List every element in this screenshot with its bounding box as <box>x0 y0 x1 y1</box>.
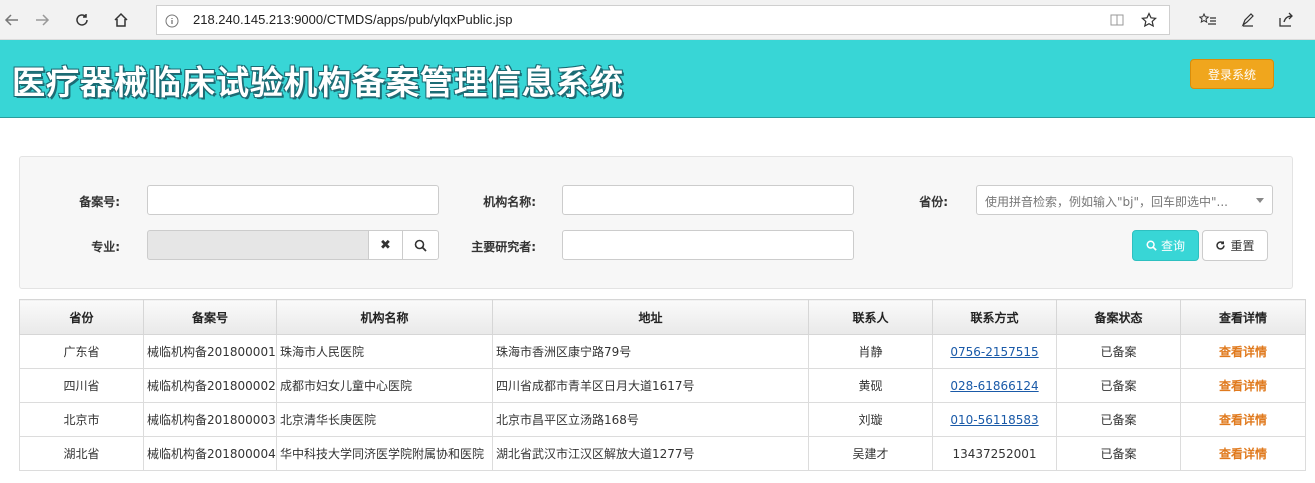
column-header[interactable]: 联系人 <box>808 299 933 335</box>
header-banner: 医疗器械临床试验机构备案管理信息系统 登录系统 <box>0 40 1315 118</box>
province-select[interactable]: 使用拼音检索，例如输入"bj"，回车即选中"... <box>976 185 1273 215</box>
share-icon[interactable] <box>1274 8 1298 32</box>
investigator-label: 主要研究者: <box>471 240 536 254</box>
cell-org-name: 成都市妇女儿童中心医院 <box>276 368 493 403</box>
cell-detail: 查看详情 <box>1180 402 1306 437</box>
pen-icon[interactable] <box>1236 8 1260 32</box>
cell-record-no: 械临机构备201800001 <box>143 334 277 369</box>
cell-detail: 查看详情 <box>1180 368 1306 403</box>
column-header[interactable]: 省份 <box>19 299 144 335</box>
view-detail-link[interactable]: 查看详情 <box>1219 345 1267 359</box>
cell-province: 四川省 <box>19 368 144 403</box>
cell-status: 已备案 <box>1056 334 1181 369</box>
query-button[interactable]: 查询 <box>1132 230 1199 261</box>
cell-contact: 刘璇 <box>808 402 933 437</box>
url-text: 218.240.145.213:9000/CTMDS/apps/pub/ylqx… <box>193 12 513 27</box>
reset-button[interactable]: 重置 <box>1202 230 1268 261</box>
column-header[interactable]: 查看详情 <box>1180 299 1306 335</box>
cell-contact: 吴建才 <box>808 436 933 471</box>
column-header[interactable]: 备案状态 <box>1056 299 1181 335</box>
forward-icon[interactable] <box>30 8 54 32</box>
refresh-icon <box>1216 241 1226 250</box>
table-header-row: 省份 备案号 机构名称 地址 联系人 联系方式 备案状态 查看详情 <box>19 299 1306 335</box>
home-icon[interactable] <box>109 8 133 32</box>
search-icon[interactable] <box>402 230 439 260</box>
favorite-star-icon[interactable] <box>1141 12 1157 32</box>
info-icon[interactable] <box>165 13 179 32</box>
specialty-label: 专业: <box>91 240 120 254</box>
cell-detail: 查看详情 <box>1180 334 1306 369</box>
table-row[interactable]: 四川省 械临机构备201800002 成都市妇女儿童中心医院 四川省成都市青羊区… <box>19 368 1306 403</box>
view-detail-link[interactable]: 查看详情 <box>1219 379 1267 393</box>
cell-province: 湖北省 <box>19 436 144 471</box>
org-name-input[interactable] <box>562 185 854 215</box>
cell-address: 四川省成都市青羊区日月大道1617号 <box>492 368 809 403</box>
table-row[interactable]: 广东省 械临机构备201800001 珠海市人民医院 珠海市香洲区康宁路79号 … <box>19 334 1306 369</box>
cell-org-name: 华中科技大学同济医学院附属协和医院 <box>276 436 493 471</box>
refresh-icon[interactable] <box>70 8 94 32</box>
column-header[interactable]: 机构名称 <box>276 299 493 335</box>
phone-link[interactable]: 028-61866124 <box>950 379 1038 393</box>
cell-status: 已备案 <box>1056 436 1181 471</box>
specialty-input[interactable] <box>147 230 369 260</box>
phone-link[interactable]: 0756-2157515 <box>950 345 1038 359</box>
cell-phone: 13437252001 <box>932 436 1057 471</box>
results-table: 省份 备案号 机构名称 地址 联系人 联系方式 备案状态 查看详情 广东省 械临… <box>19 299 1306 471</box>
reading-view-icon[interactable] <box>1109 12 1125 32</box>
view-detail-link[interactable]: 查看详情 <box>1219 413 1267 427</box>
cell-address: 北京市昌平区立汤路168号 <box>492 402 809 437</box>
reset-label: 重置 <box>1230 239 1255 253</box>
cell-contact: 肖静 <box>808 334 933 369</box>
cell-record-no: 械临机构备201800004 <box>143 436 277 471</box>
login-button[interactable]: 登录系统 <box>1190 59 1274 89</box>
record-no-input[interactable] <box>147 185 439 215</box>
column-header[interactable]: 备案号 <box>143 299 277 335</box>
cell-phone: 010-56118583 <box>932 402 1057 437</box>
cell-province: 广东省 <box>19 334 144 369</box>
cell-phone: 0756-2157515 <box>932 334 1057 369</box>
investigator-input[interactable] <box>562 230 854 260</box>
table-row[interactable]: 北京市 械临机构备201800003 北京清华长庚医院 北京市昌平区立汤路168… <box>19 402 1306 437</box>
phone-link[interactable]: 010-56118583 <box>950 413 1038 427</box>
cell-org-name: 珠海市人民医院 <box>276 334 493 369</box>
province-placeholder: 使用拼音检索，例如输入"bj"，回车即选中"... <box>985 195 1228 209</box>
cell-address: 湖北省武汉市江汉区解放大道1277号 <box>492 436 809 471</box>
cell-address: 珠海市香洲区康宁路79号 <box>492 334 809 369</box>
search-panel <box>19 156 1293 289</box>
province-label: 省份: <box>919 195 948 209</box>
cell-contact: 黄砚 <box>808 368 933 403</box>
search-icon <box>1146 240 1157 251</box>
cell-detail: 查看详情 <box>1180 436 1306 471</box>
cell-record-no: 械临机构备201800002 <box>143 368 277 403</box>
cell-status: 已备案 <box>1056 368 1181 403</box>
record-no-label: 备案号: <box>79 195 120 209</box>
favorites-list-icon[interactable] <box>1196 8 1220 32</box>
chevron-down-icon <box>1256 198 1264 203</box>
cell-record-no: 械临机构备201800003 <box>143 402 277 437</box>
cell-province: 北京市 <box>19 402 144 437</box>
view-detail-link[interactable]: 查看详情 <box>1219 447 1267 461</box>
org-name-label: 机构名称: <box>483 195 536 209</box>
column-header[interactable]: 联系方式 <box>932 299 1057 335</box>
clear-icon[interactable]: ✖ <box>368 230 403 260</box>
cell-org-name: 北京清华长庚医院 <box>276 402 493 437</box>
table-row[interactable]: 湖北省 械临机构备201800004 华中科技大学同济医学院附属协和医院 湖北省… <box>19 436 1306 471</box>
system-title: 医疗器械临床试验机构备案管理信息系统 <box>12 63 624 102</box>
cell-phone: 028-61866124 <box>932 368 1057 403</box>
column-header[interactable]: 地址 <box>492 299 809 335</box>
browser-toolbar: 218.240.145.213:9000/CTMDS/apps/pub/ylqx… <box>0 0 1315 40</box>
address-bar[interactable]: 218.240.145.213:9000/CTMDS/apps/pub/ylqx… <box>156 5 1170 35</box>
query-label: 查询 <box>1160 239 1185 253</box>
back-icon[interactable] <box>0 8 24 32</box>
cell-status: 已备案 <box>1056 402 1181 437</box>
